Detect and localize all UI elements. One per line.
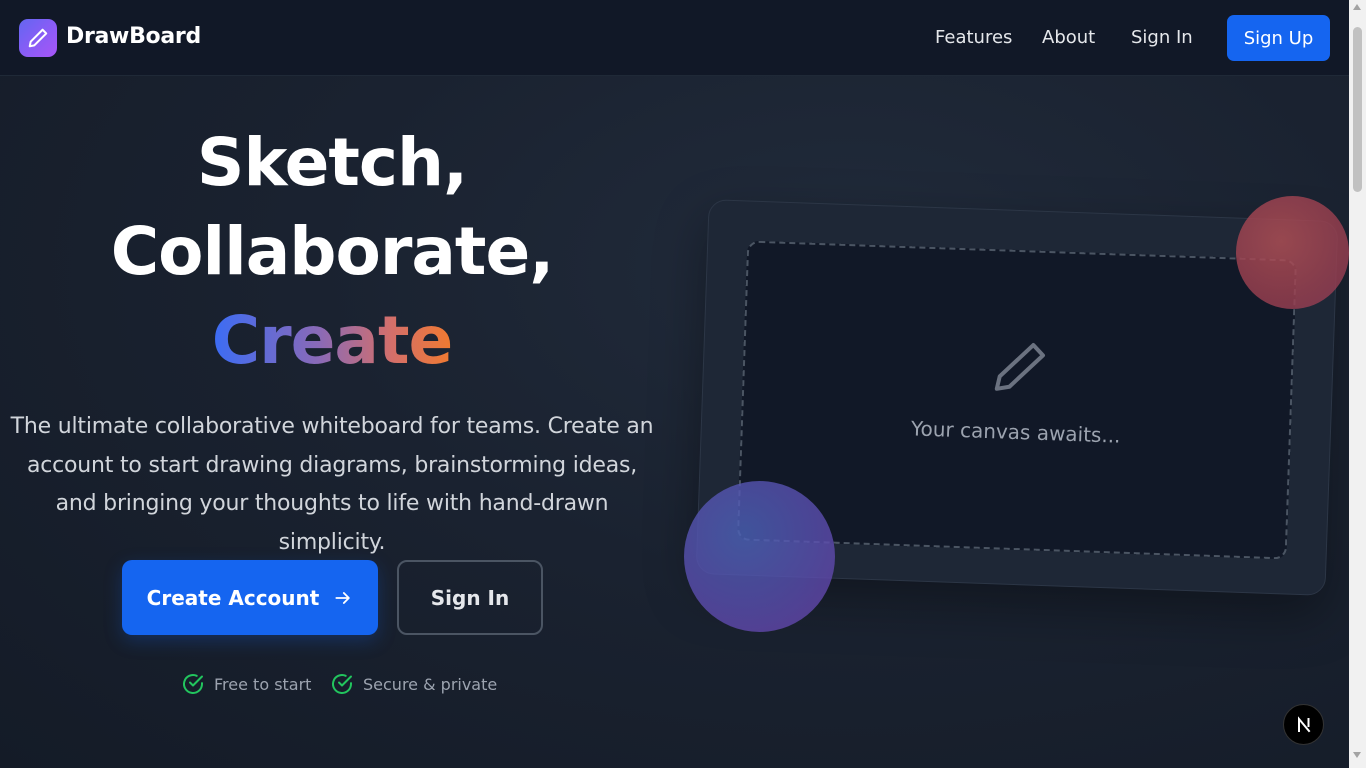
check-circle-icon — [183, 674, 203, 694]
canvas-placeholder-text: Your canvas awaits... — [910, 416, 1121, 448]
scroll-down-arrow-icon[interactable] — [1353, 752, 1361, 758]
decorative-orange-blob — [1236, 196, 1349, 309]
nav-sign-in-link[interactable]: Sign In — [1131, 27, 1193, 48]
create-account-label: Create Account — [146, 585, 320, 610]
sign-up-button[interactable]: Sign Up — [1227, 15, 1330, 61]
check-circle-icon — [332, 674, 352, 694]
arrow-right-icon — [335, 591, 351, 604]
pencil-icon — [28, 28, 48, 48]
hero-title: Sketch, Collaborate, Create — [0, 118, 664, 385]
hero-sign-in-button[interactable]: Sign In — [397, 560, 543, 635]
nav-features-link[interactable]: Features — [935, 27, 1012, 48]
page-scrollbar[interactable] — [1349, 0, 1366, 768]
brand-name[interactable]: DrawBoard — [66, 24, 201, 49]
pencil-icon — [994, 343, 1045, 391]
decorative-purple-blob — [684, 481, 835, 632]
perk-free-label: Free to start — [214, 674, 312, 694]
top-navbar: DrawBoard Features About Sign In Sign Up — [0, 0, 1349, 76]
scroll-thumb[interactable] — [1353, 27, 1362, 192]
hero-title-line-2: Collaborate, — [110, 213, 555, 290]
brand-logo[interactable] — [19, 19, 57, 57]
scroll-up-arrow-icon[interactable] — [1353, 4, 1361, 10]
next-dev-indicator[interactable] — [1283, 704, 1324, 745]
perk-secure-label: Secure & private — [363, 674, 498, 694]
perk-secure: Secure & private — [330, 672, 497, 696]
create-account-button[interactable]: Create Account — [122, 560, 378, 635]
hero-description: The ultimate collaborative whiteboard fo… — [10, 414, 654, 555]
hero-title-gradient-word: Create — [211, 302, 454, 379]
perk-free: Free to start — [181, 672, 311, 696]
nav-about-link[interactable]: About — [1042, 27, 1095, 48]
next-logo-icon — [1297, 715, 1310, 732]
hero-title-line-1: Sketch, — [196, 124, 468, 201]
